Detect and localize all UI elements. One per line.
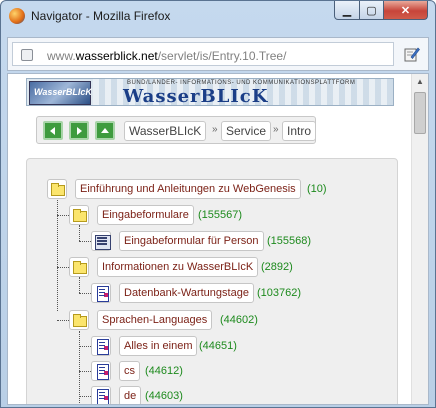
url-prefix: www. xyxy=(47,49,76,63)
browser-window: Navigator - Mozilla Firefox ▁ ▢ ✕ www.wa… xyxy=(0,0,436,408)
tree-connector xyxy=(57,195,58,311)
document-icon-marker xyxy=(104,371,108,375)
scroll-thumb[interactable] xyxy=(414,92,426,134)
url-field[interactable]: www.wasserblick.net/servlet/is/Entry.10.… xyxy=(12,42,394,66)
tree-node-label[interactable]: Einführung und Anleitungen zu WebGenesis xyxy=(75,179,301,199)
document-icon-marker xyxy=(104,346,108,350)
folder-icon[interactable] xyxy=(69,310,89,330)
folder-icon[interactable] xyxy=(69,257,89,277)
tree-node-label[interactable]: Eingabeformular für Person xyxy=(119,231,264,251)
tree-connector xyxy=(79,331,80,404)
maximize-button[interactable]: ▢ xyxy=(359,1,384,20)
tree-node-label[interactable]: de xyxy=(119,386,142,404)
tree-node-count: (10) xyxy=(307,183,327,195)
form-icon[interactable] xyxy=(91,231,111,251)
window-title: Navigator - Mozilla Firefox xyxy=(31,9,171,23)
tree-node-label[interactable]: cs xyxy=(119,361,140,381)
tree-node-count: (155567) xyxy=(198,209,243,221)
tree-node-count: (44602) xyxy=(220,314,258,326)
tree-node-label[interactable]: Eingabeformulare xyxy=(97,205,194,225)
site-logo: WasserBLIcK xyxy=(29,81,92,105)
document-icon[interactable] xyxy=(91,361,111,381)
site-banner[interactable]: WasserBLIcK BUND/LÄNDER- INFORMATIONS- U… xyxy=(26,78,394,106)
banner-title: WasserBLIcK xyxy=(123,86,269,106)
tree-connector xyxy=(57,267,69,268)
navigation-toolbar: WasserBLIcK » Service » Intro xyxy=(36,116,317,144)
close-button[interactable]: ✕ xyxy=(383,1,428,20)
tree-connector xyxy=(79,396,91,397)
breadcrumb-separator: » xyxy=(212,124,218,135)
document-icon-marker xyxy=(104,293,108,297)
edit-page-icon[interactable] xyxy=(404,46,420,62)
url-domain: wasserblick.net xyxy=(75,49,158,63)
up-arrow-icon xyxy=(101,127,109,133)
tree-connector xyxy=(79,346,91,347)
tree-node-count: (2892) xyxy=(261,261,293,273)
tree-connector xyxy=(79,277,80,293)
tree-node-label[interactable]: Alles in einem xyxy=(119,336,198,356)
document-icon[interactable] xyxy=(91,386,111,404)
tree-node-count: (44603) xyxy=(145,390,183,402)
breadcrumb-wasserblick[interactable]: WasserBLIcK xyxy=(124,121,207,141)
vertical-scrollbar[interactable]: ▲ xyxy=(411,74,428,404)
minimize-button[interactable]: ▁ xyxy=(334,1,360,20)
tree-connector xyxy=(79,241,91,242)
address-bar: www.wasserblick.net/servlet/is/Entry.10.… xyxy=(7,37,429,71)
tree-node-count: (44612) xyxy=(145,365,183,377)
url-path: /servlet/is/Entry.10.Tree/ xyxy=(157,49,287,63)
tree-connector xyxy=(79,225,80,241)
tree-node-count: (155568) xyxy=(267,235,312,247)
page-viewport: WasserBLIcK BUND/LÄNDER- INFORMATIONS- U… xyxy=(7,73,429,405)
breadcrumb-intro[interactable]: Intro xyxy=(282,121,317,141)
tree-connector xyxy=(79,293,91,294)
maximize-icon: ▢ xyxy=(366,4,377,17)
logo-text: WasserBLIcK xyxy=(34,87,92,97)
url-text[interactable]: www.wasserblick.net/servlet/is/Entry.10.… xyxy=(47,49,286,63)
document-icon-marker xyxy=(104,396,108,400)
navigation-tree: Einführung und Anleitungen zu WebGenesis… xyxy=(26,158,398,404)
tree-connector xyxy=(79,371,91,372)
tree-connector xyxy=(57,320,69,321)
folder-icon[interactable] xyxy=(69,205,89,225)
tree-node-label[interactable]: Datenbank-Wartungstage xyxy=(119,283,254,303)
document-icon[interactable] xyxy=(91,336,111,356)
back-button[interactable] xyxy=(43,121,63,140)
site-identity-icon[interactable] xyxy=(21,49,33,61)
tree-connector xyxy=(57,215,69,216)
breadcrumb-separator: » xyxy=(273,124,279,135)
title-bar: Navigator - Mozilla Firefox ▁ ▢ ✕ xyxy=(1,1,435,31)
close-icon: ✕ xyxy=(400,4,411,17)
right-arrow-icon xyxy=(77,126,82,135)
tree-node-label[interactable]: Sprachen-Languages xyxy=(97,310,213,330)
breadcrumb-service[interactable]: Service xyxy=(221,121,272,141)
minimize-icon: ▁ xyxy=(342,4,352,17)
document-icon[interactable] xyxy=(91,283,111,303)
tree-node-count: (103762) xyxy=(257,287,302,299)
folder-icon[interactable] xyxy=(47,179,67,199)
left-arrow-icon xyxy=(50,126,55,135)
up-button[interactable] xyxy=(95,121,115,140)
forward-button[interactable] xyxy=(69,121,89,140)
tree-node-count: (44651) xyxy=(199,340,237,352)
scroll-up-icon[interactable]: ▲ xyxy=(412,74,428,90)
tree-node-label[interactable]: Informationen zu WasserBLIcK xyxy=(97,257,259,277)
firefox-icon xyxy=(9,8,25,24)
